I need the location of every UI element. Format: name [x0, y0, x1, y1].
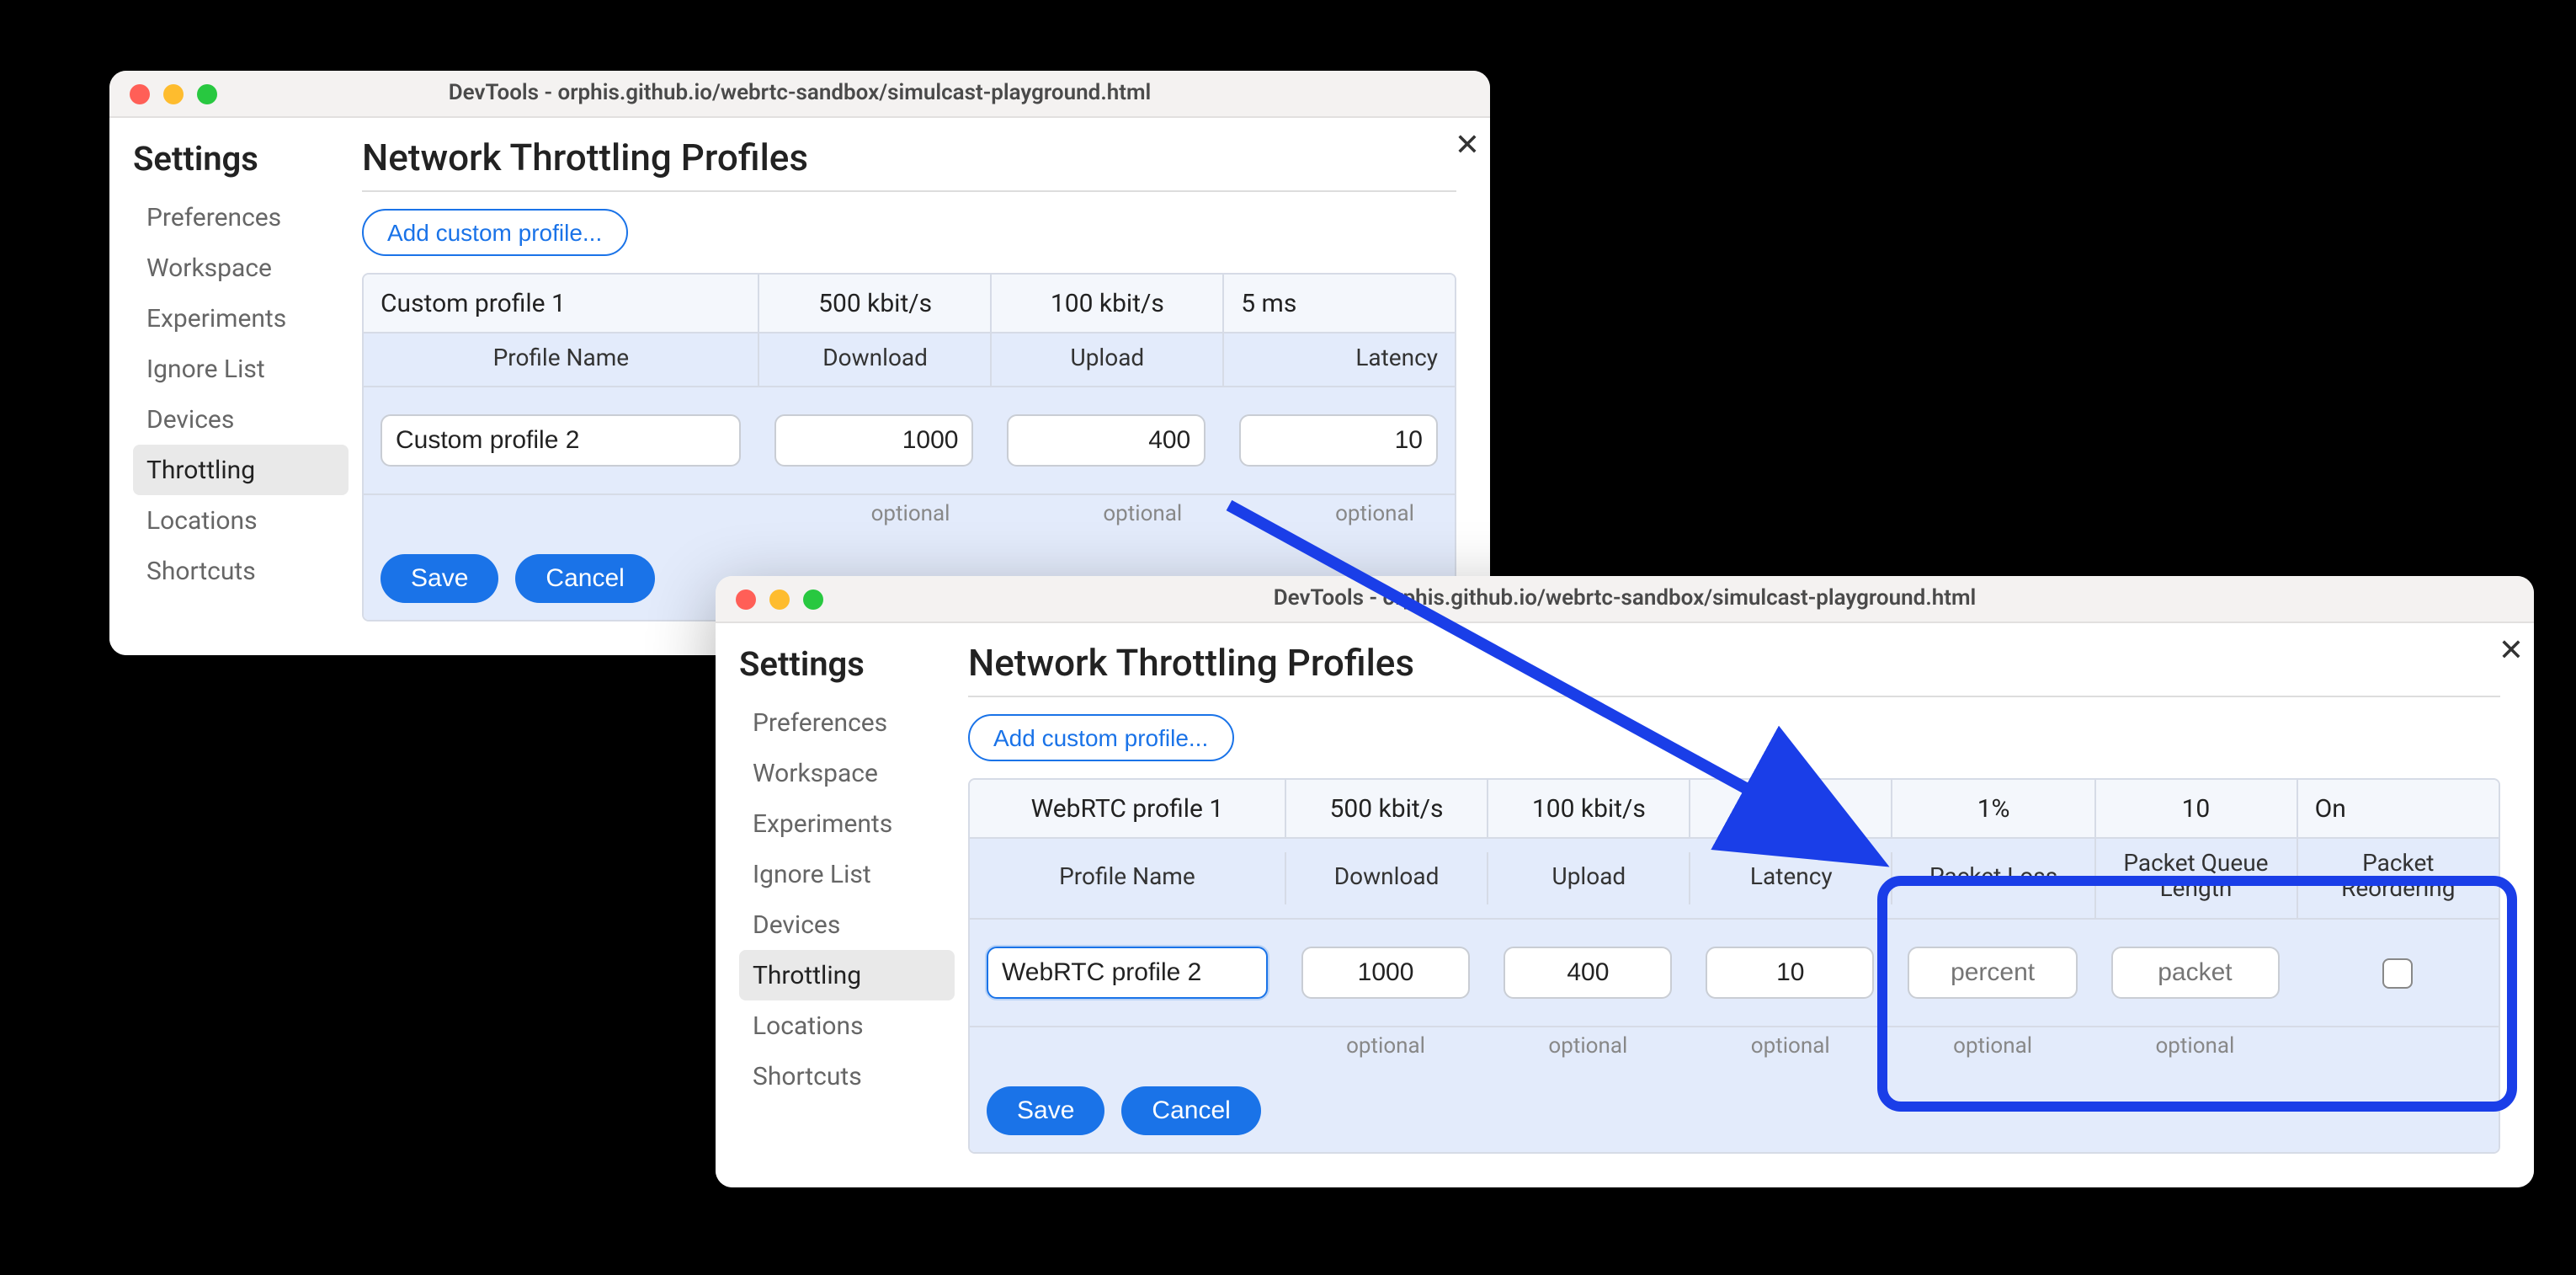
- settings-heading: Settings: [133, 138, 362, 179]
- cell-upload: 100 kbit/s: [991, 275, 1223, 332]
- settings-sidebar: Settings Preferences Workspace Experimen…: [716, 623, 968, 1187]
- download-input[interactable]: [775, 415, 974, 467]
- sidebar-item-locations[interactable]: Locations: [739, 1000, 955, 1051]
- col-latency: Latency: [1690, 851, 1892, 904]
- latency-input[interactable]: [1706, 947, 1875, 999]
- sidebar-item-devices[interactable]: Devices: [739, 899, 955, 950]
- actions-row: Save Cancel: [970, 1073, 2499, 1152]
- sidebar-item-ignore-list[interactable]: Ignore List: [739, 849, 955, 899]
- cell-name: WebRTC profile 1: [970, 780, 1285, 837]
- cell-packet-loss: 1%: [1892, 780, 2094, 837]
- minimize-dot[interactable]: [163, 83, 184, 104]
- zoom-dot[interactable]: [197, 83, 217, 104]
- profiles-block: Custom profile 1 500 kbit/s 100 kbit/s 5…: [362, 273, 1456, 622]
- col-upload: Upload: [991, 333, 1223, 387]
- close-icon[interactable]: ✕: [2499, 637, 2524, 667]
- col-packet-queue: Packet Queue Length: [2094, 839, 2296, 918]
- sidebar-item-ignore-list[interactable]: Ignore List: [133, 344, 349, 394]
- packet-queue-input[interactable]: [2110, 947, 2279, 999]
- profiles-header-row: Profile Name Download Upload Latency Pac…: [970, 839, 2499, 920]
- col-latency: Latency: [1222, 333, 1455, 387]
- optional-hint: optional: [1706, 1031, 1875, 1059]
- zoom-dot[interactable]: [803, 589, 823, 609]
- sidebar-item-workspace[interactable]: Workspace: [133, 243, 349, 293]
- optional-hint: optional: [1504, 1031, 1672, 1059]
- sidebar-item-preferences[interactable]: Preferences: [133, 192, 349, 243]
- sidebar-item-preferences[interactable]: Preferences: [739, 697, 955, 748]
- profile-edit-row: [970, 920, 2499, 1027]
- cell-upload: 100 kbit/s: [1487, 780, 1689, 837]
- col-profile-name: Profile Name: [970, 851, 1285, 904]
- save-button[interactable]: Save: [381, 555, 498, 604]
- sidebar-item-locations[interactable]: Locations: [133, 495, 349, 546]
- save-button[interactable]: Save: [987, 1086, 1104, 1135]
- cell-download: 500 kbit/s: [1285, 780, 1487, 837]
- settings-heading: Settings: [739, 643, 968, 684]
- cell-latency: 5 ms: [1222, 275, 1455, 332]
- add-custom-profile-button[interactable]: Add custom profile...: [362, 209, 627, 256]
- cell-packet-queue: 10: [2094, 780, 2296, 837]
- optional-hint: optional: [2110, 1031, 2279, 1059]
- profile-name-input[interactable]: [381, 415, 742, 467]
- traffic-lights: [716, 589, 823, 609]
- minimize-dot[interactable]: [769, 589, 790, 609]
- upload-input[interactable]: [1008, 415, 1206, 467]
- profile-row[interactable]: Custom profile 1 500 kbit/s 100 kbit/s 5…: [364, 275, 1455, 333]
- optional-hint: optional: [1008, 499, 1206, 528]
- page-title: Network Throttling Profiles: [968, 643, 2500, 697]
- download-input[interactable]: [1301, 947, 1470, 999]
- col-packet-reorder: Packet Reordering: [2297, 839, 2499, 918]
- profiles-block: WebRTC profile 1 500 kbit/s 100 kbit/s 5…: [968, 778, 2500, 1154]
- devtools-window-b: DevTools - orphis.github.io/webrtc-sandb…: [716, 576, 2534, 1187]
- hints-row: optional optional optional optional opti…: [970, 1027, 2499, 1073]
- close-dot[interactable]: [130, 83, 150, 104]
- close-icon[interactable]: ✕: [1455, 131, 1480, 162]
- sidebar-item-throttling[interactable]: Throttling: [133, 445, 349, 495]
- cell-packet-reorder: On: [2297, 780, 2499, 837]
- cancel-button[interactable]: Cancel: [1121, 1086, 1260, 1135]
- profiles-header-row: Profile Name Download Upload Latency: [364, 333, 1455, 388]
- settings-sidebar: Settings Preferences Workspace Experimen…: [109, 118, 362, 656]
- traffic-lights: [109, 83, 217, 104]
- cancel-button[interactable]: Cancel: [515, 555, 654, 604]
- devtools-window-a: DevTools - orphis.github.io/webrtc-sandb…: [109, 71, 1490, 656]
- sidebar-item-experiments[interactable]: Experiments: [739, 798, 955, 849]
- titlebar: DevTools - orphis.github.io/webrtc-sandb…: [109, 71, 1490, 118]
- hints-row: optional optional optional: [364, 496, 1455, 541]
- close-dot[interactable]: [736, 589, 756, 609]
- sidebar-item-experiments[interactable]: Experiments: [133, 293, 349, 344]
- optional-hint: optional: [1239, 499, 1438, 528]
- latency-input[interactable]: [1239, 415, 1438, 467]
- sidebar-item-shortcuts[interactable]: Shortcuts: [133, 546, 349, 596]
- col-upload: Upload: [1487, 851, 1689, 904]
- sidebar-item-workspace[interactable]: Workspace: [739, 748, 955, 798]
- titlebar: DevTools - orphis.github.io/webrtc-sandb…: [716, 576, 2534, 623]
- col-download: Download: [758, 333, 991, 387]
- window-title: DevTools - orphis.github.io/webrtc-sandb…: [109, 81, 1490, 106]
- window-title: DevTools - orphis.github.io/webrtc-sandb…: [716, 586, 2534, 611]
- cell-latency: 5 ms: [1690, 780, 1892, 837]
- packet-reorder-checkbox[interactable]: [2382, 958, 2413, 989]
- profile-edit-row: [364, 388, 1455, 496]
- page-title: Network Throttling Profiles: [362, 138, 1456, 192]
- sidebar-item-devices[interactable]: Devices: [133, 394, 349, 445]
- sidebar-item-shortcuts[interactable]: Shortcuts: [739, 1051, 955, 1102]
- col-profile-name: Profile Name: [364, 333, 758, 387]
- cell-name: Custom profile 1: [364, 275, 758, 332]
- profile-name-input[interactable]: [987, 947, 1268, 999]
- sidebar-item-throttling[interactable]: Throttling: [739, 950, 955, 1000]
- col-download: Download: [1285, 851, 1487, 904]
- col-packet-loss: Packet Loss: [1892, 851, 2094, 904]
- add-custom-profile-button[interactable]: Add custom profile...: [968, 714, 1233, 761]
- upload-input[interactable]: [1504, 947, 1672, 999]
- optional-hint: optional: [775, 499, 974, 528]
- cell-download: 500 kbit/s: [758, 275, 991, 332]
- packet-loss-input[interactable]: [1908, 947, 2077, 999]
- profile-row[interactable]: WebRTC profile 1 500 kbit/s 100 kbit/s 5…: [970, 780, 2499, 839]
- optional-hint: optional: [1908, 1031, 2077, 1059]
- optional-hint: optional: [1301, 1031, 1470, 1059]
